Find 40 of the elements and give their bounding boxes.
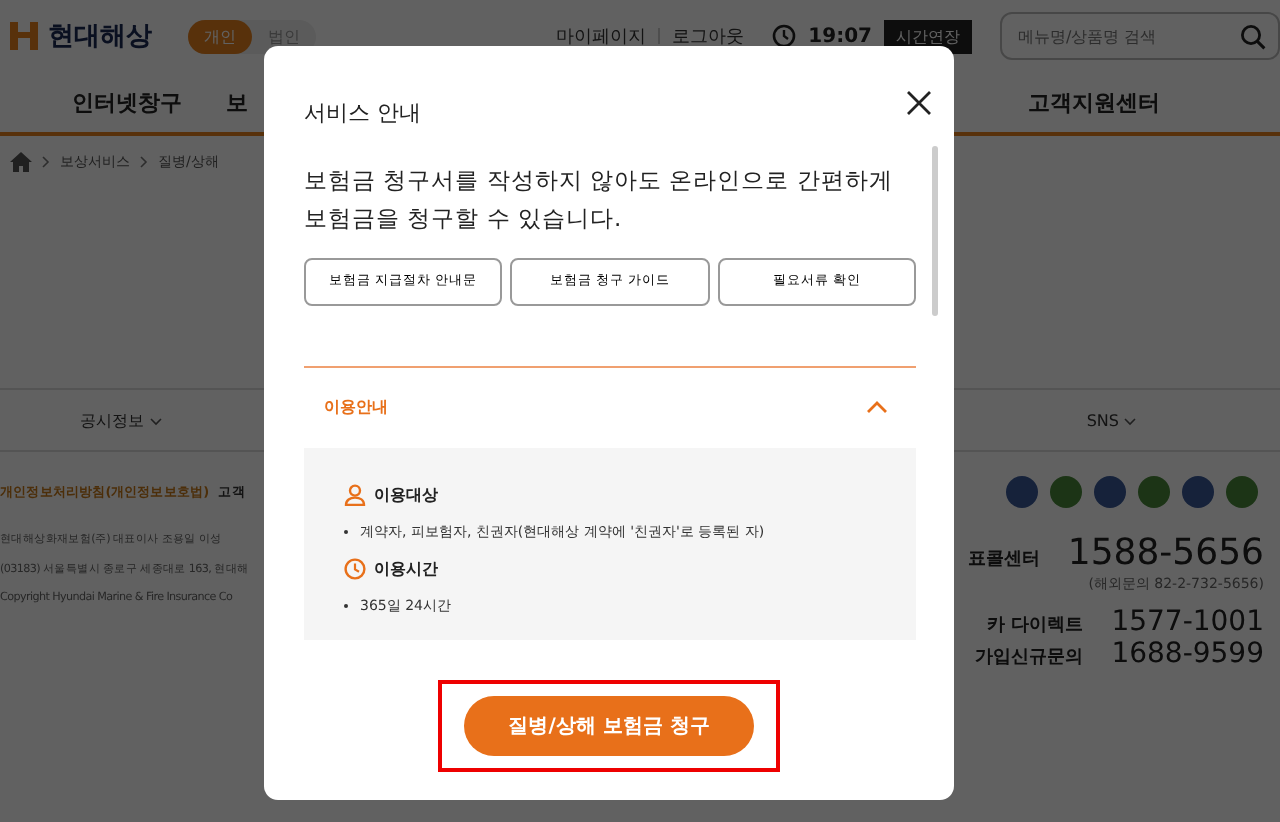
nav-item[interactable]: 보 xyxy=(226,87,248,117)
clock-icon xyxy=(772,24,797,48)
footer-dropdown[interactable]: SNS xyxy=(1074,409,1148,431)
nav-item[interactable]: 인터넷창구 xyxy=(72,87,182,117)
certification-badge-icon xyxy=(1136,474,1172,510)
certification-badge-icon xyxy=(1004,474,1040,510)
close-icon[interactable] xyxy=(906,89,932,115)
contact-number: 1577-1001 xyxy=(1111,606,1264,638)
contact-number: 1588-5656 xyxy=(1067,532,1264,574)
contact-number: 1688-9599 xyxy=(1111,638,1264,670)
certification-badge-icon xyxy=(1180,474,1216,510)
header-link[interactable]: 마이페이지 xyxy=(556,23,647,49)
intro-text: 보험금 청구서를 작성하지 않아도 온라인으로 간편하게 보험금을 청구할 수 있습니다. xyxy=(304,164,895,236)
contact-label: 가입신규문의 xyxy=(975,646,1084,670)
certification-badge-icon xyxy=(1224,474,1260,510)
session-time: 19:07 xyxy=(808,25,872,47)
accordion-header[interactable]: 이용안내 xyxy=(304,367,916,448)
logo-icon xyxy=(8,20,40,52)
claim-button[interactable]: 질병/상해 보험금 청구 xyxy=(464,696,754,756)
certification-badge-icon xyxy=(1048,474,1084,510)
contact-label: 표콜센터 xyxy=(967,548,1040,572)
caret-icon xyxy=(1124,417,1136,425)
section-heading: 이용대상 xyxy=(374,483,438,506)
contact-label: 카 다이렉트 xyxy=(987,614,1084,638)
chevron-right-icon xyxy=(42,156,50,168)
person-icon xyxy=(344,483,366,506)
dialog-title: 서비스 안내 xyxy=(304,97,421,127)
caret-icon xyxy=(149,417,162,425)
header-link[interactable]: 로그아웃 xyxy=(672,23,745,49)
chevron-right-icon xyxy=(140,156,148,168)
segment-tab[interactable]: 개인 xyxy=(188,19,252,53)
certification-badge-icon xyxy=(1092,474,1128,510)
chevron-icon xyxy=(866,400,888,415)
scrollbar-thumb[interactable] xyxy=(932,146,938,316)
clock-icon xyxy=(344,557,366,580)
footer-dropdown[interactable]: 공시정보 xyxy=(68,407,174,433)
home-icon[interactable] xyxy=(10,152,32,172)
section-heading: 이용시간 xyxy=(374,557,438,580)
logo-text: 현대해상 xyxy=(48,20,152,54)
nav-item[interactable]: 고객지원센터 xyxy=(1028,87,1160,117)
